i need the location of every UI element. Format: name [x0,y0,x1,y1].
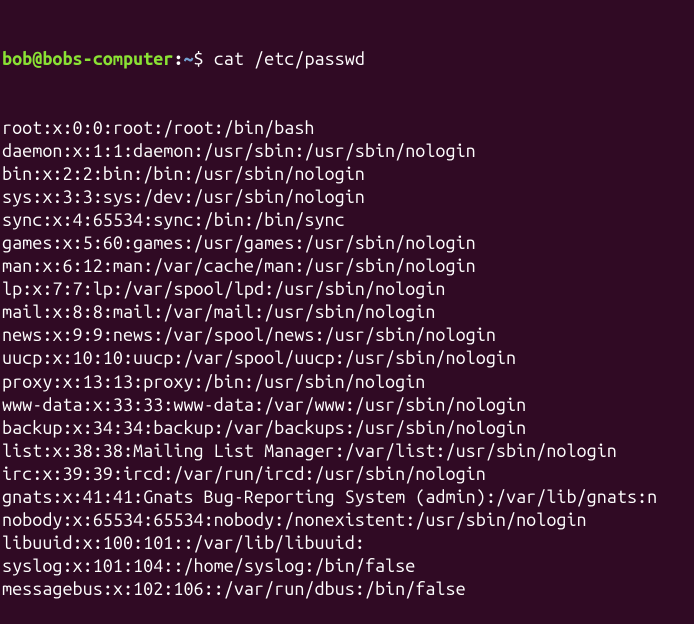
output-line: games:x:5:60:games:/usr/games:/usr/sbin/… [2,232,692,255]
output-line: backup:x:34:34:backup:/var/backups:/usr/… [2,417,692,440]
output-line: bin:x:2:2:bin:/bin:/usr/sbin/nologin [2,163,692,186]
prompt-symbol: $ [194,49,214,69]
output-line: www-data:x:33:33:www-data:/var/www:/usr/… [2,394,692,417]
output-line: irc:x:39:39:ircd:/var/run/ircd:/usr/sbin… [2,463,692,486]
prompt-path: ~ [183,49,193,69]
prompt-user-host: bob@bobs-computer [2,49,173,69]
output-line: list:x:38:38:Mailing List Manager:/var/l… [2,440,692,463]
output-line: nobody:x:65534:65534:nobody:/nonexistent… [2,509,692,532]
terminal-window[interactable]: bob@bobs-computer:~$ cat /etc/passwd roo… [2,2,692,624]
prompt-separator: : [173,49,183,69]
output-line: sync:x:4:65534:sync:/bin:/bin/sync [2,209,692,232]
output-line: proxy:x:13:13:proxy:/bin:/usr/sbin/nolog… [2,371,692,394]
output-line: uucp:x:10:10:uucp:/var/spool/uucp:/usr/s… [2,347,692,370]
output-line: man:x:6:12:man:/var/cache/man:/usr/sbin/… [2,255,692,278]
output-line: lp:x:7:7:lp:/var/spool/lpd:/usr/sbin/nol… [2,278,692,301]
prompt-line: bob@bobs-computer:~$ cat /etc/passwd [2,48,692,71]
output-line: daemon:x:1:1:daemon:/usr/sbin:/usr/sbin/… [2,140,692,163]
output-line: gnats:x:41:41:Gnats Bug-Reporting System… [2,486,692,509]
command-text: cat /etc/passwd [214,49,365,69]
command-output: root:x:0:0:root:/root:/bin/bashdaemon:x:… [2,117,692,601]
output-line: mail:x:8:8:mail:/var/mail:/usr/sbin/nolo… [2,301,692,324]
output-line: news:x:9:9:news:/var/spool/news:/usr/sbi… [2,324,692,347]
output-line: libuuid:x:100:101::/var/lib/libuuid: [2,532,692,555]
output-line: sys:x:3:3:sys:/dev:/usr/sbin/nologin [2,186,692,209]
output-line: root:x:0:0:root:/root:/bin/bash [2,117,692,140]
output-line: messagebus:x:102:106::/var/run/dbus:/bin… [2,578,692,601]
output-line: syslog:x:101:104::/home/syslog:/bin/fals… [2,555,692,578]
